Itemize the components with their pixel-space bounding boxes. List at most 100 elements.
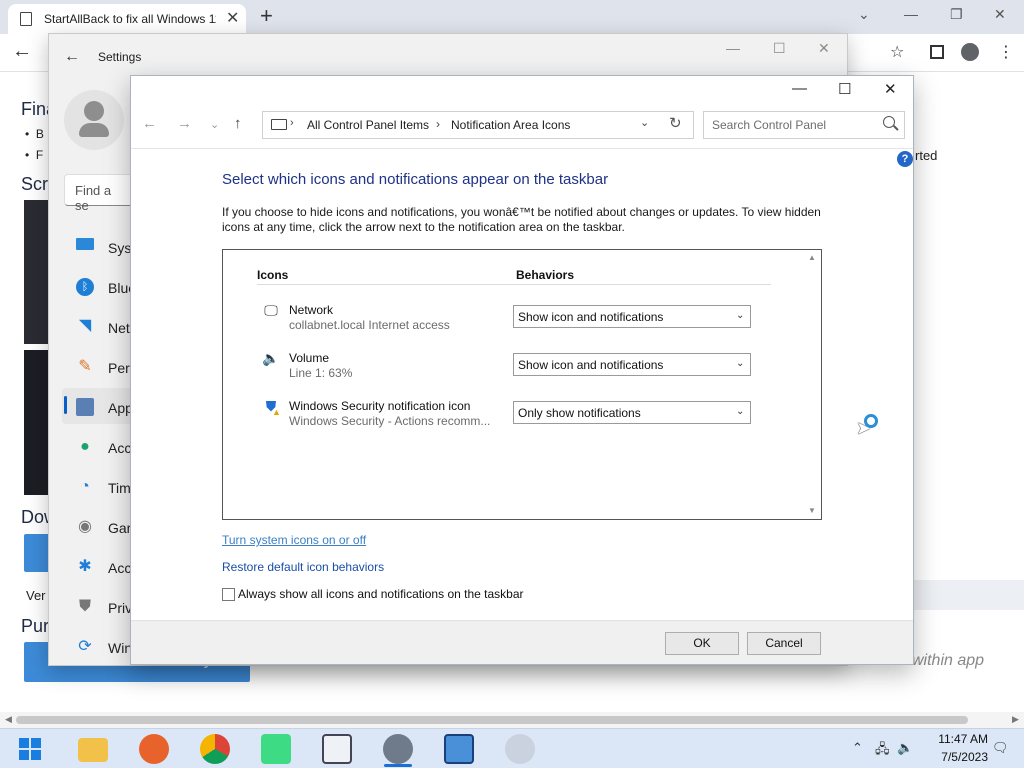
page-favicon-icon	[20, 12, 32, 26]
chevron-down-icon[interactable]: ⌄	[736, 358, 744, 369]
cp-forward-icon[interactable]: →	[177, 115, 192, 132]
install-icon[interactable]	[505, 734, 535, 764]
breadcrumb-all-control-panel-items[interactable]: All Control Panel Items	[307, 118, 429, 132]
accounts-icon: ●	[80, 438, 90, 455]
chevron-down-icon[interactable]: ⌄	[736, 406, 744, 417]
web-bullet: • F	[25, 148, 44, 162]
ok-button[interactable]: OK	[665, 632, 739, 655]
control-panel-icon[interactable]	[444, 734, 474, 764]
cp-search-placeholder[interactable]: Search Control Panel	[712, 118, 826, 132]
profile-avatar-icon[interactable]	[961, 43, 979, 61]
network-tray-icon[interactable]: 🖧	[875, 740, 890, 762]
cp-up-icon[interactable]: ↑	[234, 115, 242, 132]
web-bullet: • B	[25, 127, 44, 141]
notepad-icon[interactable]	[322, 734, 352, 764]
web-version-label: Ver	[26, 588, 46, 603]
cp-minimize-button[interactable]: —	[792, 80, 807, 97]
breadcrumb-chevron-icon[interactable]: ›	[290, 117, 294, 129]
settings-maximize-button[interactable]: ☐	[773, 40, 786, 57]
page-heading: Select which icons and notifications app…	[222, 171, 609, 188]
cp-maximize-button[interactable]: ☐	[838, 80, 851, 98]
gaming-icon: ◉	[78, 518, 92, 535]
notification-center-icon[interactable]: 🗨	[992, 740, 1009, 756]
browser-close-button[interactable]: ✕	[994, 6, 1006, 23]
browser-minimize-button[interactable]: —	[904, 6, 918, 22]
chevron-down-icon[interactable]: ⌄	[736, 310, 744, 321]
active-app-indicator	[384, 764, 412, 767]
cp-recent-dropdown-icon[interactable]: ⌄	[210, 118, 219, 131]
help-icon[interactable]: ?	[897, 151, 913, 167]
cp-back-icon[interactable]: ←	[142, 115, 157, 132]
nav-label: Acc	[108, 560, 132, 576]
tab-title: StartAllBack to fix all Windows 11	[44, 12, 216, 26]
header-divider	[257, 284, 771, 285]
web-screenshot-thumbnail[interactable]	[24, 200, 48, 344]
browser-back-icon[interactable]: ←	[12, 40, 32, 63]
breadcrumb-chevron-icon[interactable]: ›	[436, 117, 440, 131]
nav-label: Win	[108, 640, 133, 656]
settings-icon[interactable]	[383, 734, 413, 764]
browser-restore-button[interactable]: ❐	[950, 6, 963, 23]
always-show-label[interactable]: Always show all icons and notifications …	[238, 587, 524, 601]
nav-label: Acc	[108, 440, 132, 456]
chrome-icon[interactable]	[200, 734, 230, 764]
cp-close-button[interactable]: ✕	[884, 80, 897, 98]
scroll-right-icon[interactable]: ▶	[1012, 714, 1019, 725]
cp-divider	[131, 148, 913, 149]
restore-defaults-link[interactable]: Restore default icon behaviors	[222, 560, 384, 574]
row-subtitle: collabnet.local Internet access	[289, 318, 450, 332]
volume-behavior-select[interactable]: Show icon and notifications	[513, 353, 751, 376]
browser-tab[interactable]: StartAllBack to fix all Windows 11 ✕	[8, 4, 246, 34]
web-italic-text: within app	[912, 652, 985, 669]
time-icon: ◔	[80, 478, 90, 495]
row-name: Network	[289, 303, 334, 317]
show-hidden-icons-chevron-icon[interactable]: ⌃	[852, 740, 863, 756]
nav-label: Gar	[108, 520, 132, 536]
settings-title: Settings	[98, 50, 142, 64]
tab-close-icon[interactable]: ✕	[226, 8, 239, 28]
settings-back-icon[interactable]: ←	[64, 48, 80, 66]
always-show-checkbox[interactable]	[222, 588, 235, 601]
nav-label: Priv	[108, 600, 133, 616]
web-gray-band	[914, 580, 1024, 610]
settings-search-input[interactable]: Find a se	[64, 174, 134, 213]
network-behavior-select[interactable]: Show icon and notifications	[513, 305, 751, 328]
personalization-icon: ✎	[78, 358, 92, 375]
bluetooth-icon: ᛒ	[76, 278, 94, 296]
scroll-left-icon[interactable]: ◀	[5, 714, 12, 725]
avatar-head	[84, 101, 104, 121]
list-scroll-down-icon[interactable]: ▼	[808, 506, 816, 515]
computer-icon	[271, 119, 287, 130]
refresh-icon[interactable]: ↻	[669, 114, 682, 132]
privacy-icon: ⛊	[78, 598, 91, 615]
row-name: Windows Security notification icon	[289, 399, 471, 413]
start-button[interactable]	[19, 738, 41, 760]
breadcrumb-notification-area-icons[interactable]: Notification Area Icons	[451, 118, 570, 132]
row-name: Volume	[289, 351, 330, 365]
apps-icon	[76, 398, 94, 416]
browser-menu-icon[interactable]: ⋮	[998, 42, 1014, 62]
file-explorer-icon[interactable]	[78, 738, 108, 762]
row-subtitle: Line 1: 63%	[289, 366, 353, 380]
settings-close-button[interactable]: ✕	[818, 40, 830, 57]
web-screenshot-thumbnail[interactable]	[24, 350, 48, 495]
clock-time[interactable]: 11:47 AM	[912, 732, 988, 746]
firefox-icon[interactable]	[139, 734, 169, 764]
android-studio-icon[interactable]	[261, 734, 291, 764]
list-scroll-up-icon[interactable]: ▲	[808, 253, 816, 262]
address-dropdown-icon[interactable]: ⌄	[640, 116, 649, 129]
clock-date[interactable]: 7/5/2023	[912, 750, 988, 764]
security-behavior-select[interactable]: Only show notifications	[513, 401, 751, 424]
new-tab-button[interactable]: +	[260, 4, 273, 28]
busy-spinner-icon	[864, 414, 878, 428]
side-panel-icon[interactable]	[930, 45, 944, 59]
horizontal-scrollbar-thumb[interactable]	[16, 716, 968, 724]
bookmark-star-icon[interactable]: ☆	[890, 42, 904, 62]
volume-tray-icon[interactable]: 🔈	[897, 740, 913, 756]
cancel-button[interactable]: Cancel	[747, 632, 821, 655]
settings-minimize-button[interactable]: —	[726, 40, 740, 56]
speaker-icon: 🔈	[262, 350, 280, 366]
tab-search-icon[interactable]: ⌄	[858, 6, 870, 23]
page-description: If you choose to hide icons and notifica…	[222, 205, 821, 234]
turn-system-icons-link[interactable]: Turn system icons on or off	[222, 533, 366, 547]
